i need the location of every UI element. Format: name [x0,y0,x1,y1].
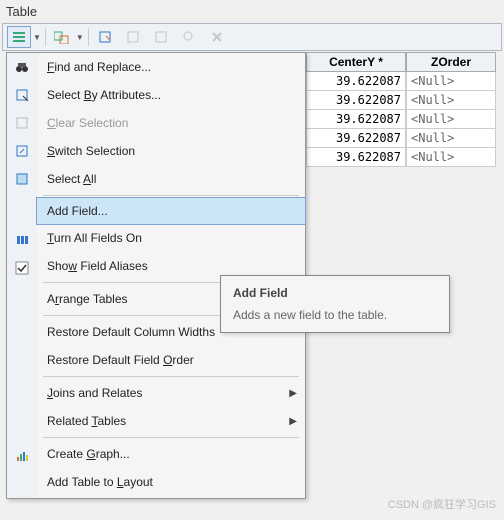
table-row[interactable]: 39.622087<Null> [306,91,504,110]
dropdown-icon: ▼ [76,33,84,42]
menu-select-all[interactable]: Select All [37,165,305,193]
table-row[interactable]: 39.622087<Null> [306,129,504,148]
menu-restore-field-order[interactable]: Restore Default Field Order [37,346,305,374]
submenu-arrow-icon: ▶ [289,416,297,427]
toolbar: ▼ ▼ [2,23,502,51]
menu-label: Joins and Relates [47,386,142,400]
cell: <Null> [406,129,496,148]
menu-find-replace[interactable]: Find and Replace... [37,53,305,81]
menu-switch-selection[interactable]: Switch Selection [37,137,305,165]
cell: 39.622087 [306,148,406,167]
fields-icon [7,226,37,254]
separator [43,437,299,438]
menu-label: Turn All Fields On [47,231,142,245]
switch-icon [7,137,37,165]
watermark: CSDN @疯狂学习GIS [388,496,496,512]
column-header-centery[interactable]: CenterY * [306,52,406,72]
menu-label: Related Tables [47,414,126,428]
menu-label: Select All [47,172,96,186]
tooltip-body: Adds a new field to the table. [233,308,437,322]
related-tables-button[interactable] [50,26,74,48]
menu-label: Arrange Tables [47,292,128,306]
table-row[interactable]: 39.622087<Null> [306,148,504,167]
clear-icon [7,109,37,137]
cell: 39.622087 [306,110,406,129]
menu-create-graph[interactable]: Create Graph... [37,440,305,468]
cell: 39.622087 [306,72,406,91]
delete-button[interactable] [205,26,229,48]
menu-joins-relates[interactable]: Joins and Relates ▶ [37,379,305,407]
window-title: Table [0,0,504,23]
cell: <Null> [406,110,496,129]
check-icon [7,254,37,282]
menu-label: Find and Replace... [47,60,151,74]
switch-selection-button[interactable] [121,26,145,48]
separator [43,376,299,377]
menu-add-table-layout[interactable]: Add Table to Layout [37,468,305,496]
blank-icon [7,198,37,226]
selectall-icon [7,165,37,193]
menu-label: Show Field Aliases [47,259,148,273]
select-icon [7,81,37,109]
menu-label: Restore Default Field Order [47,353,194,367]
select-by-attr-button[interactable] [93,26,117,48]
cell: <Null> [406,91,496,110]
menu-clear-selection: Clear Selection [37,109,305,137]
table-row[interactable]: 39.622087<Null> [306,110,504,129]
cell: 39.622087 [306,129,406,148]
menu-label: Switch Selection [47,144,135,158]
menu-label: Add Table to Layout [47,475,153,489]
menu-label: Clear Selection [47,116,128,130]
menu-label: Create Graph... [47,447,130,461]
cell: 39.622087 [306,91,406,110]
menu-select-by-attributes[interactable]: Select By Attributes... [37,81,305,109]
cell: <Null> [406,148,496,167]
graph-icon [7,442,37,470]
dropdown-icon: ▼ [33,33,41,42]
table-options-button[interactable] [7,26,31,48]
menu-related-tables[interactable]: Related Tables ▶ [37,407,305,435]
submenu-arrow-icon: ▶ [289,388,297,399]
menu-turn-all-fields-on[interactable]: Turn All Fields On [37,224,305,252]
table-row[interactable]: 39.622087<Null> [306,72,504,91]
clear-selection-button[interactable] [149,26,173,48]
zoom-selected-button[interactable] [177,26,201,48]
binoculars-icon [7,53,37,81]
tooltip-title: Add Field [233,286,437,300]
menu-label: Restore Default Column Widths [47,325,215,339]
menu-label: Add Field... [47,204,108,218]
menu-add-field[interactable]: Add Field... [36,197,306,225]
menu-label: Select By Attributes... [47,88,161,102]
separator [43,195,299,196]
column-header-zorder[interactable]: ZOrder [406,52,496,72]
cell: <Null> [406,72,496,91]
tooltip: Add Field Adds a new field to the table. [220,275,450,333]
